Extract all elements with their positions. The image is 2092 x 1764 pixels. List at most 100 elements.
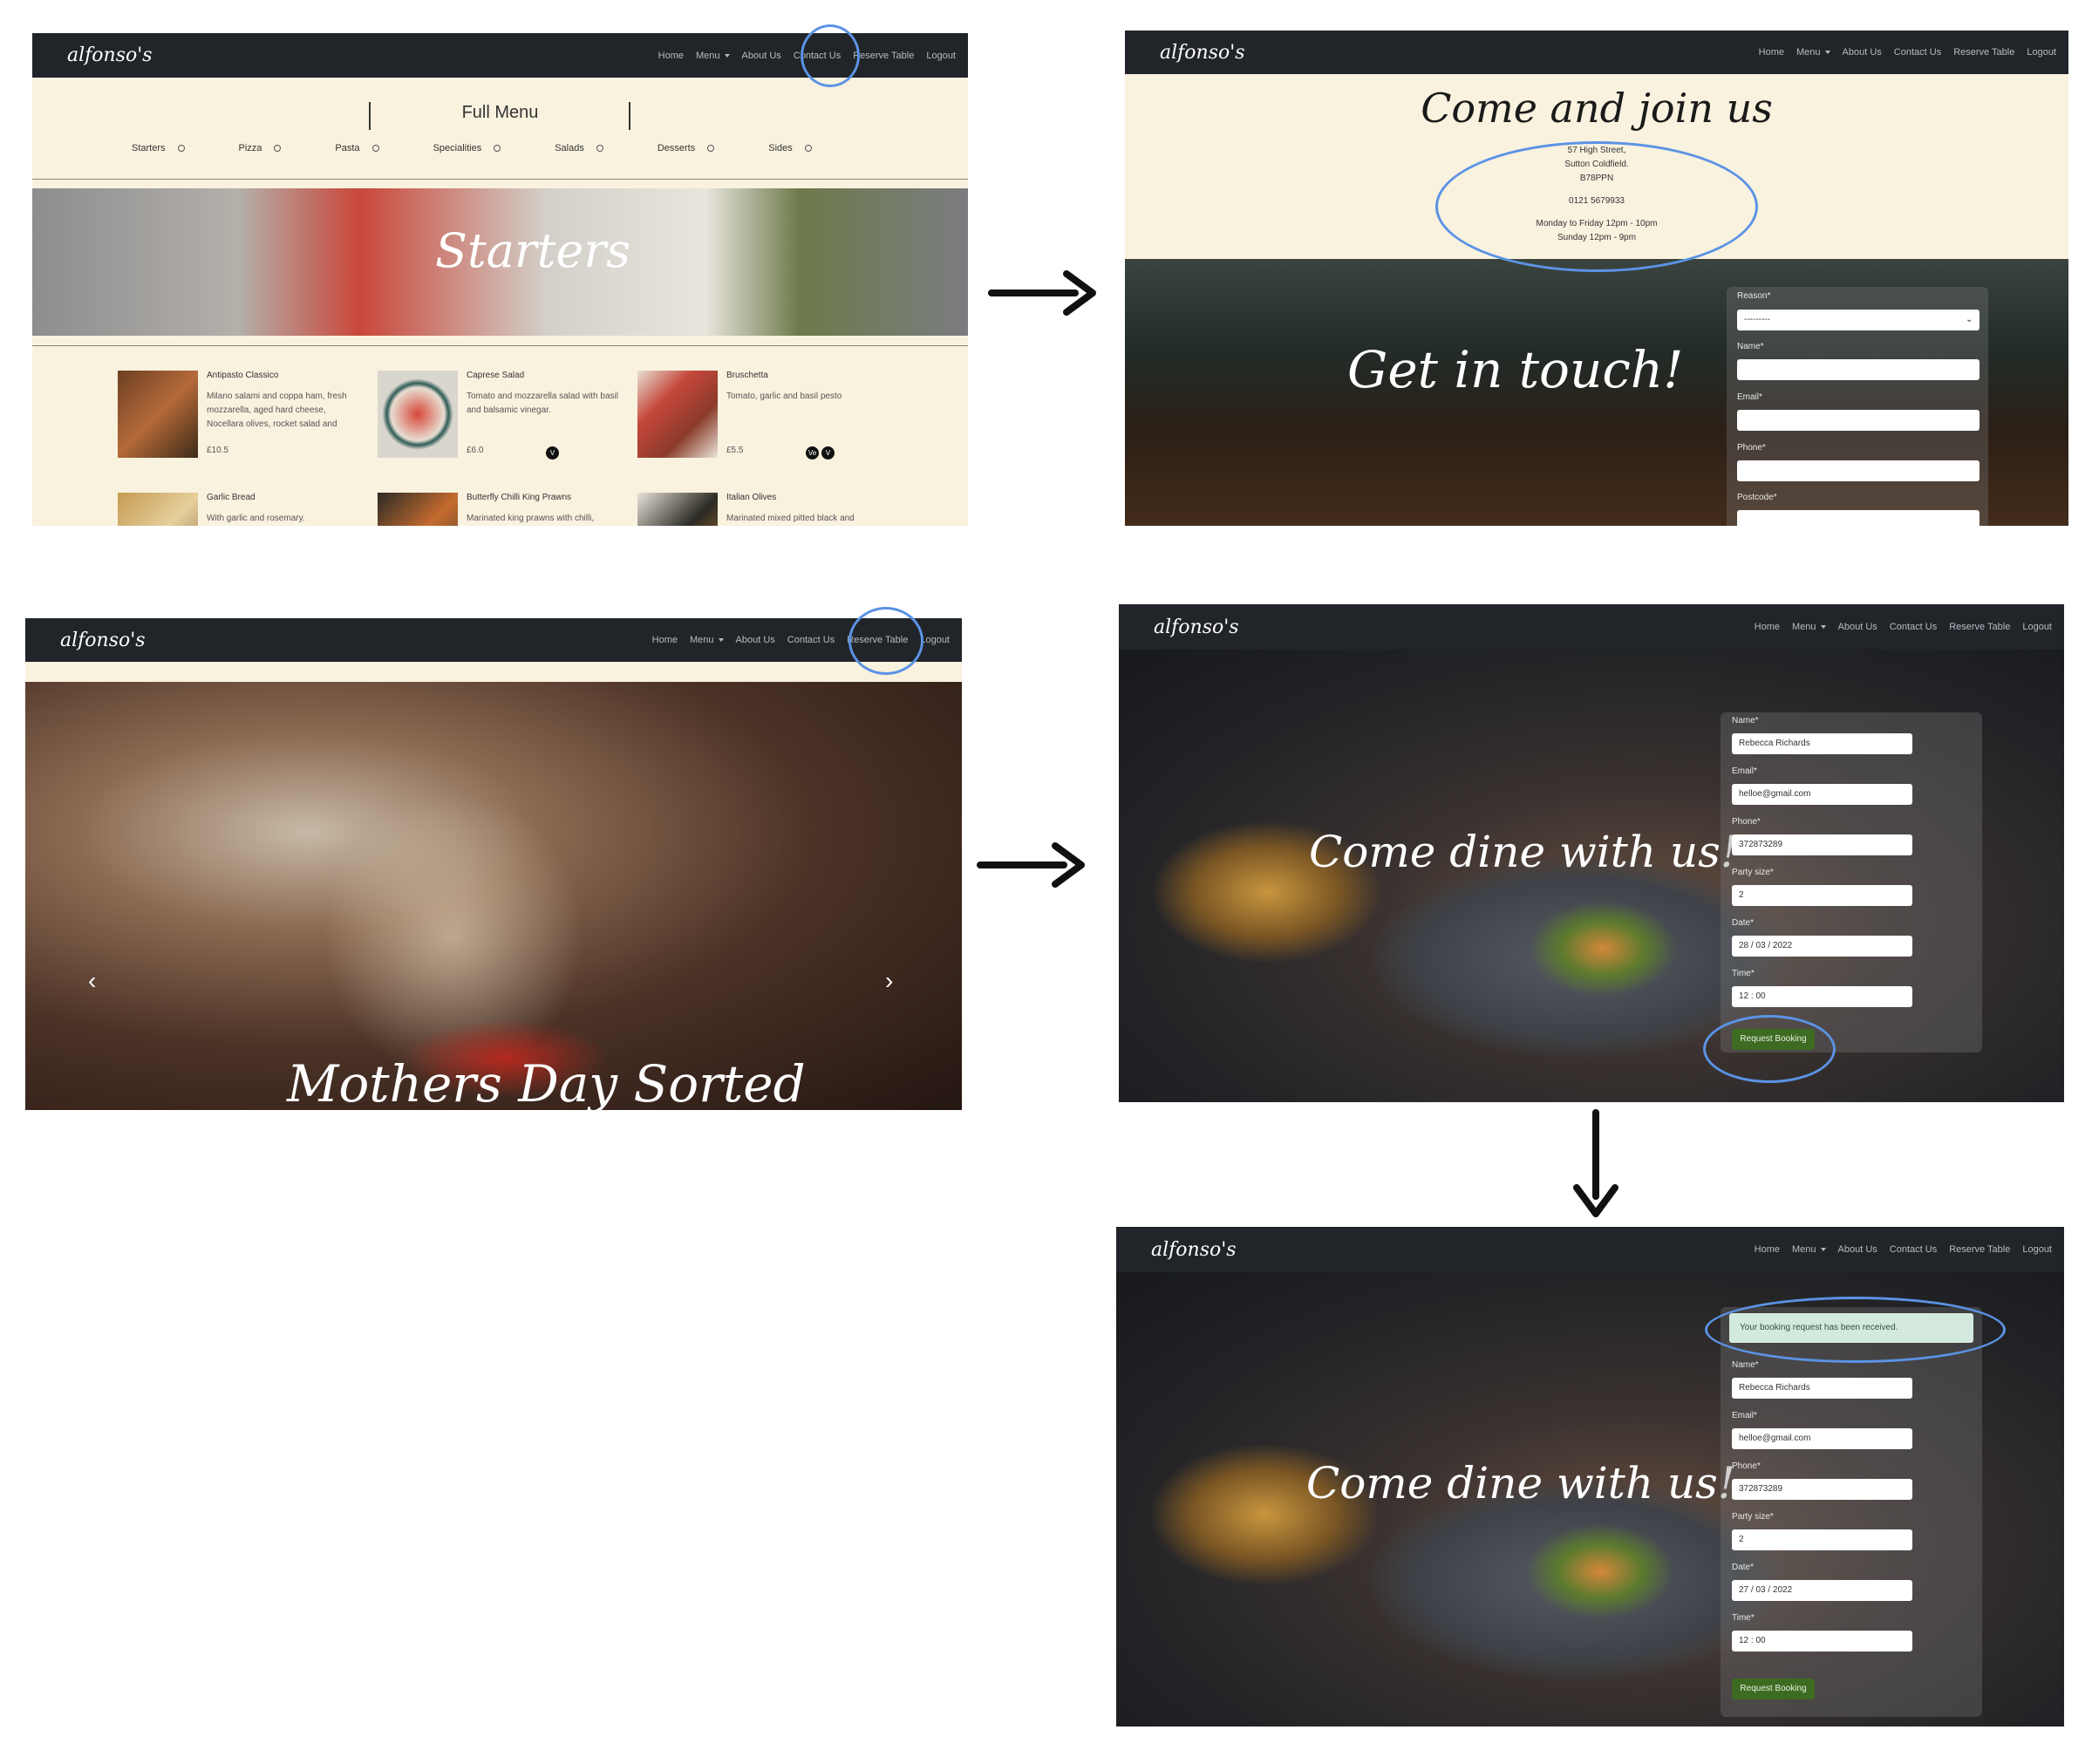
menu-item: Bruschetta Tomato, garlic and basil pest… (637, 371, 882, 467)
email-label: Email* (1732, 766, 1757, 776)
nav-menu[interactable]: Menu (690, 635, 724, 645)
dietary-badges: Ve V (803, 444, 835, 460)
nav-contact[interactable]: Contact Us (1890, 1244, 1937, 1255)
nav-reserve[interactable]: Reserve Table (853, 51, 914, 61)
date-label: Date* (1732, 1563, 1755, 1572)
nav-logout[interactable]: Logout (920, 635, 950, 645)
hero-dish (1526, 1523, 1674, 1619)
chevron-down-icon (718, 638, 724, 643)
name-label: Name* (1732, 1360, 1759, 1370)
time-label: Time* (1732, 969, 1755, 978)
email-field[interactable] (1737, 410, 1980, 431)
party-size-field[interactable]: 2 (1732, 1529, 1912, 1550)
logo[interactable]: alfonso's (67, 44, 153, 66)
hero-title: Come dine with us! (1306, 1458, 1735, 1509)
carousel-prev-button[interactable]: ‹ (88, 967, 96, 995)
nav-home[interactable]: Home (658, 51, 684, 61)
navbar: alfonso's Home Menu About Us Contact Us … (25, 618, 962, 662)
name-label: Name* (1732, 716, 1759, 725)
navbar: alfonso's Home Menu About Us Contact Us … (1119, 604, 2064, 650)
hero-title: Come dine with us! (1309, 827, 1738, 877)
name-field[interactable] (1737, 359, 1980, 380)
nav-home[interactable]: Home (1759, 47, 1784, 58)
category-desserts[interactable]: Desserts (658, 143, 715, 153)
phone-label: Phone* (1732, 1461, 1761, 1471)
time-field[interactable]: 12 : 00 (1732, 986, 1912, 1007)
carousel-caption: Mothers Day Sorted (287, 1054, 806, 1110)
email-field[interactable]: helloe@gmail.com (1732, 784, 1912, 805)
nav-home[interactable]: Home (1755, 1244, 1780, 1255)
category-pasta[interactable]: Pasta (335, 143, 379, 153)
logo[interactable]: alfonso's (1154, 616, 1239, 638)
nav-about[interactable]: About Us (742, 51, 781, 61)
nav-contact[interactable]: Contact Us (1890, 622, 1937, 632)
email-label: Email* (1732, 1411, 1757, 1420)
divider (32, 345, 968, 346)
category-sides[interactable]: Sides (768, 143, 812, 153)
nav-about[interactable]: About Us (1843, 47, 1882, 58)
item-description: Milano salami and coppa ham, fresh mozza… (207, 392, 347, 429)
menu-item: Garlic Bread With garlic and rosemary. (118, 493, 362, 526)
time-field[interactable]: 12 : 00 (1732, 1631, 1912, 1652)
phone-field[interactable]: 372873289 (1732, 834, 1912, 855)
food-image (118, 493, 198, 526)
party-size-label: Party size* (1732, 868, 1774, 877)
highlight-circle (1435, 141, 1758, 272)
phone-field[interactable] (1737, 460, 1980, 481)
nav-logout[interactable]: Logout (2027, 47, 2056, 58)
divider (32, 179, 968, 180)
name-field[interactable]: Rebecca Richards (1732, 1378, 1912, 1399)
category-starters[interactable]: Starters (132, 143, 185, 153)
food-image (637, 493, 718, 526)
category-pizza[interactable]: Pizza (239, 143, 282, 153)
nav-reserve[interactable]: Reserve Table (1949, 622, 2010, 632)
category-salads[interactable]: Salads (555, 143, 603, 153)
item-description: Tomato and mozzarella salad with basil a… (467, 392, 618, 415)
item-description: Tomato, garlic and basil pesto (726, 392, 842, 401)
nav-menu[interactable]: Menu (696, 51, 730, 61)
category-specialities[interactable]: Specialities (433, 143, 501, 153)
screenshot-contact-page: alfonso's Home Menu About Us Contact Us … (1125, 31, 2068, 526)
heading-divider-right (629, 102, 630, 130)
phone-field[interactable]: 372873289 (1732, 1479, 1912, 1500)
date-field[interactable]: 28 / 03 / 2022 (1732, 936, 1912, 957)
logo[interactable]: alfonso's (60, 630, 146, 651)
nav-about[interactable]: About Us (1838, 622, 1877, 632)
nav-logout[interactable]: Logout (926, 51, 956, 61)
nav-logout[interactable]: Logout (2022, 622, 2052, 632)
nav-contact[interactable]: Contact Us (787, 635, 835, 645)
email-field[interactable]: helloe@gmail.com (1732, 1428, 1912, 1449)
nav-menu[interactable]: Menu (1792, 1244, 1826, 1255)
nav-menu[interactable]: Menu (1796, 47, 1830, 58)
email-label: Email* (1737, 392, 1762, 402)
screenshot-home-page: alfonso's Home Menu About Us Contact Us … (25, 618, 962, 1110)
logo[interactable]: alfonso's (1151, 1239, 1237, 1261)
party-size-field[interactable]: 2 (1732, 885, 1912, 906)
nav-contact[interactable]: Contact Us (1894, 47, 1941, 58)
nav-logout[interactable]: Logout (2022, 1244, 2052, 1255)
nav-reserve[interactable]: Reserve Table (1953, 47, 2014, 58)
reason-select[interactable]: --------- (1737, 310, 1980, 330)
nav-home[interactable]: Home (1755, 622, 1780, 632)
time-label: Time* (1732, 1613, 1755, 1623)
item-description: Marinated mixed pitted black and (726, 514, 855, 523)
logo[interactable]: alfonso's (1160, 42, 1245, 64)
highlight-circle (1705, 1297, 2006, 1363)
nav-about[interactable]: About Us (736, 635, 775, 645)
date-field[interactable]: 27 / 03 / 2022 (1732, 1580, 1912, 1601)
carousel-next-button[interactable]: › (885, 967, 893, 995)
food-image (378, 493, 458, 526)
nav-reserve[interactable]: Reserve Table (1949, 1244, 2010, 1255)
highlight-circle (1703, 1015, 1836, 1083)
vegetarian-badge: V (546, 446, 559, 460)
item-name: Garlic Bread (207, 493, 256, 502)
postcode-field[interactable] (1737, 510, 1980, 526)
request-booking-button[interactable]: Request Booking (1732, 1679, 1815, 1699)
screenshot-menu-page: alfonso's Home Menu About Us Contact Us … (32, 33, 968, 526)
arrow-down-icon (1573, 1109, 1618, 1217)
nav-menu[interactable]: Menu (1792, 622, 1826, 632)
nav-about[interactable]: About Us (1838, 1244, 1877, 1255)
party-size-label: Party size* (1732, 1512, 1774, 1522)
name-field[interactable]: Rebecca Richards (1732, 733, 1912, 754)
nav-home[interactable]: Home (652, 635, 678, 645)
